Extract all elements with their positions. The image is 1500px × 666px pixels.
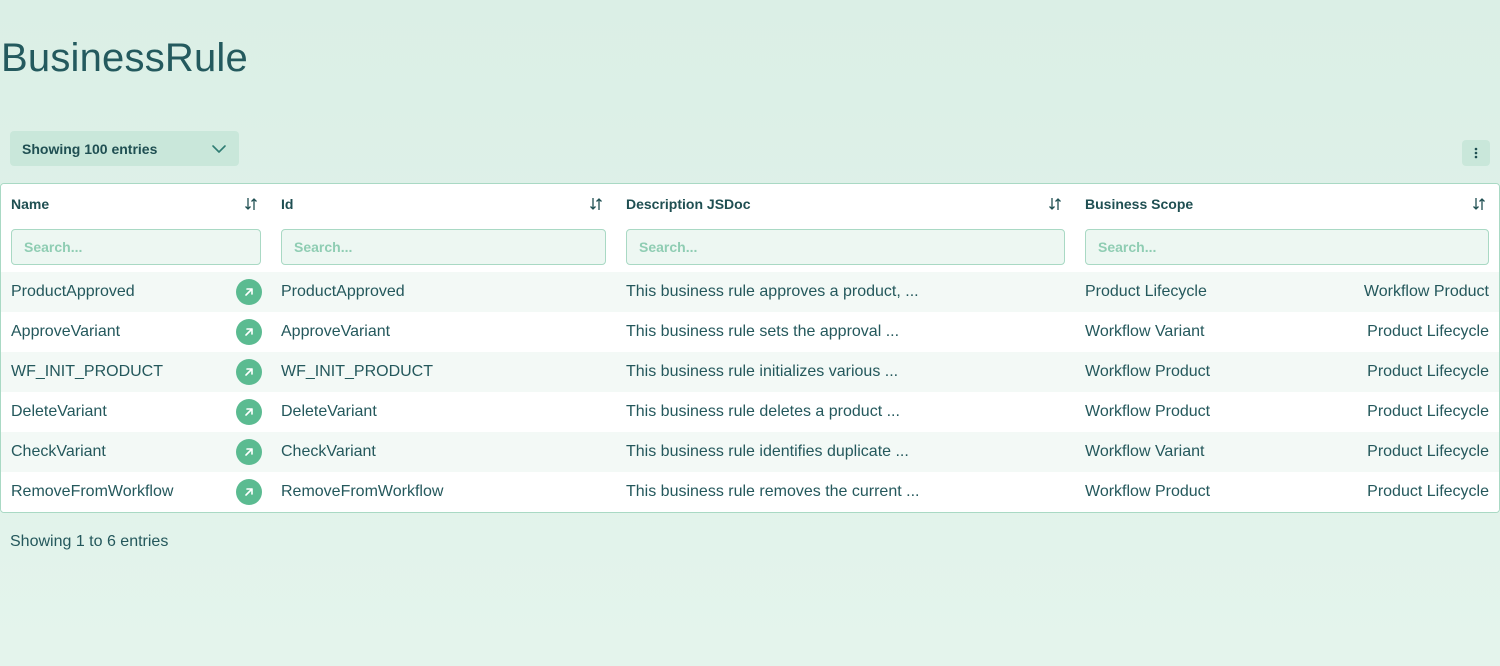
column-title-name: Name — [11, 196, 50, 212]
page-title: BusinessRule — [1, 36, 248, 80]
cell-description: This business rule deletes a product ... — [626, 403, 900, 420]
table-row[interactable]: ApproveVariant ApproveVariant This busines… — [1, 312, 1499, 352]
open-record-button[interactable] — [236, 479, 262, 505]
cell-description: This business rule sets the approval ... — [626, 323, 900, 340]
search-input-business-scope[interactable] — [1085, 229, 1489, 265]
chevron-down-icon — [211, 141, 227, 157]
cell-name: ProductApproved — [11, 283, 135, 300]
cell-id: CheckVariant — [281, 443, 376, 460]
cell-business-scope-primary: Product Lifecycle — [1085, 283, 1207, 300]
cell-business-scope-primary: Workflow Product — [1085, 483, 1211, 500]
search-input-id[interactable] — [281, 229, 606, 265]
cell-business-scope-primary: Workflow Variant — [1085, 323, 1205, 340]
column-header-name[interactable]: Name — [11, 196, 259, 212]
business-rule-table: Name Id Description JSDoc Business Scope — [0, 183, 1500, 513]
entries-select-label: Showing 100 entries — [22, 140, 158, 157]
cell-description: This business rule identifies duplicate … — [626, 443, 909, 460]
more-options-button[interactable] — [1462, 140, 1490, 166]
arrow-up-right-icon — [243, 286, 255, 298]
arrow-up-right-icon — [243, 486, 255, 498]
cell-business-scope-primary: Workflow Variant — [1085, 443, 1205, 460]
cell-id: DeleteVariant — [281, 403, 377, 420]
open-record-button[interactable] — [236, 319, 262, 345]
cell-business-scope-secondary: Product Lifecycle — [1367, 483, 1489, 500]
column-header-id[interactable]: Id — [281, 196, 604, 212]
cell-business-scope-primary: Workflow Product — [1085, 403, 1211, 420]
sort-arrows-icon[interactable] — [243, 196, 259, 212]
sort-arrows-icon[interactable] — [1047, 196, 1063, 212]
open-record-button[interactable] — [236, 439, 262, 465]
cell-business-scope-secondary: Workflow Product — [1363, 283, 1489, 300]
cell-business-scope-primary: Workflow Product — [1085, 363, 1211, 380]
open-record-button[interactable] — [236, 399, 262, 425]
search-input-description[interactable] — [626, 229, 1065, 265]
cell-name: CheckVariant — [11, 443, 106, 460]
cell-description: This business rule initializes various .… — [626, 363, 899, 380]
column-header-description[interactable]: Description JSDoc — [626, 196, 1063, 212]
table-row[interactable]: CheckVariant CheckVariant This business ru… — [1, 432, 1499, 472]
cell-name: ApproveVariant — [11, 323, 121, 340]
cell-business-scope-secondary: Product Lifecycle — [1367, 323, 1489, 340]
arrow-up-right-icon — [243, 366, 255, 378]
arrow-up-right-icon — [243, 446, 255, 458]
pagination-info: Showing 1 to 6 entries — [10, 533, 169, 550]
column-header-business-scope[interactable]: Business Scope — [1085, 196, 1487, 212]
sort-arrows-icon[interactable] — [588, 196, 604, 212]
kebab-menu-icon — [1474, 147, 1478, 159]
cell-business-scope-secondary: Product Lifecycle — [1367, 363, 1489, 380]
column-title-business-scope: Business Scope — [1085, 196, 1194, 212]
cell-id: ApproveVariant — [281, 323, 391, 340]
cell-name: WF_INIT_PRODUCT — [11, 363, 163, 380]
cell-name: RemoveFromWorkflow — [11, 483, 174, 500]
sort-arrows-icon[interactable] — [1471, 196, 1487, 212]
cell-business-scope-secondary: Product Lifecycle — [1367, 403, 1489, 420]
cell-business-scope-secondary: Product Lifecycle — [1367, 443, 1489, 460]
table-row[interactable]: DeleteVariant DeleteVariant This business … — [1, 392, 1499, 432]
search-input-name[interactable] — [11, 229, 261, 265]
table-row[interactable]: RemoveFromWorkflow RemoveFromWorkflow This… — [1, 472, 1499, 512]
cell-description: This business rule approves a product, .… — [626, 283, 919, 300]
arrow-up-right-icon — [243, 326, 255, 338]
table-header: Name Id Description JSDoc Business Scope — [1, 184, 1499, 272]
table-row[interactable]: WF_INIT_PRODUCT WF_INIT_PRODUCT This busin… — [1, 352, 1499, 392]
column-title-description: Description JSDoc — [626, 196, 751, 212]
table-row[interactable]: ProductApproved ProductApproved This busin… — [1, 272, 1499, 312]
cell-name: DeleteVariant — [11, 403, 107, 420]
cell-id: RemoveFromWorkflow — [281, 483, 444, 500]
arrow-up-right-icon — [243, 406, 255, 418]
cell-id: WF_INIT_PRODUCT — [281, 363, 433, 380]
open-record-button[interactable] — [236, 359, 262, 385]
cell-description: This business rule removes the current .… — [626, 483, 920, 500]
column-title-id: Id — [281, 196, 294, 212]
entries-per-page-select[interactable]: Showing 100 entries — [10, 131, 239, 166]
cell-id: ProductApproved — [281, 283, 405, 300]
open-record-button[interactable] — [236, 279, 262, 305]
